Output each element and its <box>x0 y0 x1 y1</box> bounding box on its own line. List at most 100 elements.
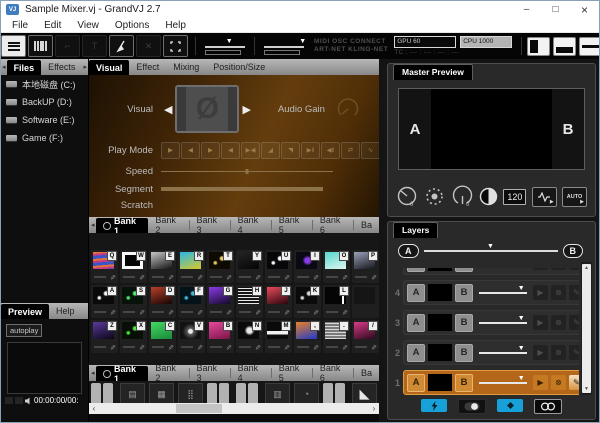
layer-slider-handle[interactable]: ▼ <box>518 315 525 322</box>
bank1-tab-bank-5[interactable]: Bank 5 <box>272 217 312 233</box>
bank1-tab-bank-3[interactable]: Bank 3 <box>189 217 229 233</box>
visual-selector-thumb[interactable]: Ø <box>175 85 239 133</box>
bank1-tab-bank-4[interactable]: Bank 4 <box>231 217 271 233</box>
piano-view-button[interactable] <box>28 35 53 57</box>
play-mode-play-pause-icon[interactable]: ▶‖ <box>301 142 320 159</box>
visual-cell-L[interactable]: L✎ <box>323 285 350 318</box>
audio-analysis-button[interactable]: ▶ <box>532 187 557 207</box>
bank2-tab-bank-4[interactable]: Bank 4 <box>231 365 271 381</box>
layer-slider-handle[interactable]: ▼ <box>518 345 525 352</box>
layer-opacity-slider[interactable]: ▼ <box>479 322 527 324</box>
visual-cell-X[interactable]: X✎ <box>120 320 147 353</box>
visual-cell-F[interactable]: F✎ <box>178 285 205 318</box>
menu-view[interactable]: View <box>69 20 107 31</box>
grid-pad-icon[interactable]: ▦ <box>149 381 176 403</box>
edit-pencil-icon[interactable]: ✎ <box>197 344 203 352</box>
crossfader-a-button[interactable]: A <box>398 244 419 258</box>
master-crossfader[interactable]: A ▼ B <box>398 244 583 258</box>
visual-cell-Y[interactable]: Y✎ <box>236 250 263 283</box>
layers-tab[interactable]: Layers <box>393 222 438 238</box>
visual-cell-K[interactable]: K✎ <box>294 285 321 318</box>
sample-pad[interactable] <box>236 381 263 403</box>
layer-clear-button[interactable]: ⊗ <box>551 375 566 390</box>
delete-button[interactable]: ✕ <box>136 35 161 57</box>
visual-cell-R[interactable]: R✎ <box>178 250 205 283</box>
visual-cell-A[interactable]: A✎ <box>91 285 118 318</box>
layer-slider-handle[interactable]: ▼ <box>518 375 525 382</box>
layer-slider-handle[interactable]: ▼ <box>518 285 525 292</box>
speed-slider[interactable] <box>161 171 333 172</box>
scroll-left-arrow[interactable]: ‹ <box>89 403 99 414</box>
tab-files-effects[interactable]: Effects <box>41 59 82 75</box>
step-forward-button[interactable]: ⌐ <box>55 35 80 57</box>
layer-row-1[interactable]: 1AB▼▶⊗✎ <box>392 370 579 395</box>
drive-item[interactable]: Software (E:) <box>1 111 88 129</box>
brightness-icon[interactable] <box>424 186 445 207</box>
master-level-knob[interactable]: 0 <box>396 185 419 208</box>
menu-options[interactable]: Options <box>107 20 157 31</box>
layer-clear-button[interactable]: ⊗ <box>551 268 566 270</box>
edit-pencil-icon[interactable]: ✎ <box>168 274 174 282</box>
layer-row-2[interactable]: 2AB▼▶⊗✎ <box>392 340 579 365</box>
edit-pencil-icon[interactable]: ✎ <box>255 309 261 317</box>
visual-cell-G[interactable]: G✎ <box>207 285 234 318</box>
edit-pencil-icon[interactable]: ✎ <box>226 309 232 317</box>
visual-cell-V[interactable]: V✎ <box>178 320 205 353</box>
edit-pencil-icon[interactable]: ✎ <box>139 309 145 317</box>
visual-cell-M[interactable]: M✎ <box>265 320 292 353</box>
layers-scrollbar[interactable]: ▲▼ <box>581 262 592 395</box>
visual-cell-S[interactable]: S✎ <box>120 285 147 318</box>
tab-visual-effect[interactable]: Effect <box>129 59 166 75</box>
edit-pencil-icon[interactable]: ✎ <box>371 344 377 352</box>
edit-pencil-icon[interactable]: ✎ <box>313 344 319 352</box>
play-mode-ping-pong-icon[interactable]: ▶◀ <box>241 142 260 159</box>
menu-edit[interactable]: Edit <box>36 20 69 31</box>
edit-pencil-icon[interactable]: ✎ <box>168 344 174 352</box>
edit-pencil-icon[interactable]: ✎ <box>371 274 377 282</box>
master-volume-slider[interactable]: ▼ <box>264 40 304 53</box>
edit-pencil-icon[interactable]: ✎ <box>284 309 290 317</box>
bank2-tab-bank-3[interactable]: Bank 3 <box>189 365 229 381</box>
text-tool-button[interactable]: T <box>82 35 107 57</box>
bank2-tab-bank-6[interactable]: Bank 6 <box>313 365 353 381</box>
autoplay-button[interactable]: autoplay <box>6 324 42 337</box>
visual-cell-/[interactable]: /✎ <box>352 320 379 353</box>
crossfader-handle[interactable]: ▼ <box>487 243 494 250</box>
close-button[interactable]: × <box>570 1 599 18</box>
tabs-left-arrow[interactable]: ◂ <box>1 59 7 75</box>
minimize-button[interactable]: – <box>512 1 541 18</box>
visual-cell-,[interactable]: ,✎ <box>294 320 321 353</box>
edit-pencil-icon[interactable]: ✎ <box>313 274 319 282</box>
visual-cell-P[interactable]: P✎ <box>352 250 379 283</box>
layer-deck-a-button[interactable]: A <box>407 314 425 332</box>
drive-item[interactable]: Game (F:) <box>1 129 88 147</box>
edit-pencil-icon[interactable]: ✎ <box>255 274 261 282</box>
bank2-tab-bank-1[interactable]: Bank 1 <box>96 366 148 381</box>
sample-pad[interactable] <box>91 381 118 403</box>
edit-pencil-icon[interactable]: ✎ <box>110 309 116 317</box>
layer-deck-b-button[interactable]: B <box>455 344 473 362</box>
layer-deck-b-button[interactable]: B <box>455 374 473 392</box>
play-mode-ramp-out-icon[interactable]: ◥ <box>281 142 300 159</box>
beat-sync-button[interactable] <box>421 399 447 412</box>
tab-visual-position-size[interactable]: Position/Size <box>206 59 272 75</box>
layer-play-button[interactable]: ▶ <box>533 315 548 330</box>
link-decks-button[interactable] <box>534 399 562 414</box>
visual-cell-W[interactable]: W✎ <box>120 250 147 283</box>
edit-pencil-icon[interactable]: ✎ <box>110 274 116 282</box>
tab-preview-help[interactable]: Help <box>49 303 82 319</box>
play-mode-play-backward-icon[interactable]: ◀ <box>221 142 240 159</box>
preview-transport-button[interactable] <box>15 397 23 404</box>
layer-edit-button[interactable]: ✎ <box>569 268 579 270</box>
visual-cell-E[interactable]: E✎ <box>149 250 176 283</box>
segment-slider[interactable] <box>161 187 323 191</box>
fade-toggle-button[interactable] <box>458 399 486 414</box>
play-mode-loop-backward-icon[interactable]: ◀ <box>181 142 200 159</box>
contrast-icon[interactable] <box>479 187 498 206</box>
play-mode-play-forward-icon[interactable]: ▶ <box>201 142 220 159</box>
layer-deck-b-button[interactable]: B <box>455 314 473 332</box>
edit-pencil-icon[interactable]: ✎ <box>255 344 261 352</box>
visual-cell[interactable] <box>352 285 379 318</box>
tab-visual-visual[interactable]: Visual <box>89 60 129 75</box>
bank1-tab-bank-2[interactable]: Bank 2 <box>148 217 188 233</box>
